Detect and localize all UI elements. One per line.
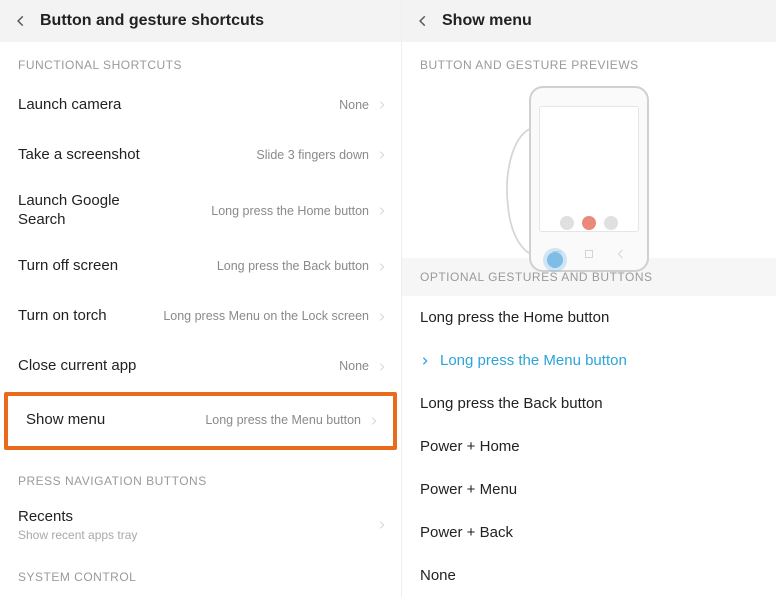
page-title-right: Show menu <box>442 12 532 30</box>
row-turn-off-screen[interactable]: Turn off screen Long press the Back butt… <box>0 242 401 292</box>
back-icon[interactable] <box>14 14 28 28</box>
chevron-right-icon <box>377 98 387 112</box>
row-sub: Show recent apps tray <box>18 528 369 542</box>
opt-power-back[interactable]: Power + Back <box>402 511 776 554</box>
chevron-right-icon <box>377 310 387 324</box>
home-key-icon <box>583 248 595 260</box>
chevron-right-icon <box>377 360 387 374</box>
row-label: Take a screenshot <box>18 146 140 165</box>
opt-power-menu[interactable]: Power + Menu <box>402 468 776 511</box>
row-label: Turn on torch <box>18 307 107 326</box>
chevron-right-icon <box>377 204 387 218</box>
row-label: Show menu <box>26 411 105 430</box>
opt-label: Power + Menu <box>420 481 517 498</box>
opt-back[interactable]: Long press the Back button <box>402 382 776 425</box>
opt-power-home[interactable]: Power + Home <box>402 425 776 468</box>
section-functional: FUNCTIONAL SHORTCUTS <box>0 42 401 80</box>
touch-indicator-icon <box>547 252 563 268</box>
row-launch-camera[interactable]: Launch camera None <box>0 80 401 130</box>
highlight-box: Show menu Long press the Menu button <box>4 392 397 450</box>
chevron-right-icon <box>377 260 387 274</box>
row-value: None <box>121 97 369 113</box>
row-value: Long press the Back button <box>118 258 369 274</box>
row-screenshot[interactable]: Take a screenshot Slide 3 fingers down <box>0 130 401 180</box>
chevron-right-icon <box>420 356 430 366</box>
chevron-right-icon <box>377 518 387 532</box>
row-value: Slide 3 fingers down <box>140 147 369 163</box>
opt-label: Long press the Home button <box>420 309 609 326</box>
back-key-icon <box>615 248 627 260</box>
opt-label: Long press the Back button <box>420 395 603 412</box>
row-show-menu[interactable]: Show menu Long press the Menu button <box>8 396 393 446</box>
row-close-app[interactable]: Close current app None <box>0 342 401 392</box>
chevron-right-icon <box>377 148 387 162</box>
row-value: Long press Menu on the Lock screen <box>107 308 369 324</box>
header-left: Button and gesture shortcuts <box>0 0 401 42</box>
row-label: Turn off screen <box>18 257 118 276</box>
page-title-left: Button and gesture shortcuts <box>40 12 264 30</box>
row-recents[interactable]: Recents Show recent apps tray <box>0 496 401 555</box>
back-icon[interactable] <box>416 14 430 28</box>
row-label: Close current app <box>18 357 136 376</box>
header-right: Show menu <box>402 0 776 42</box>
row-label: Launch camera <box>18 96 121 115</box>
row-value: Long press the Home button <box>168 203 369 219</box>
opt-none[interactable]: None <box>402 554 776 597</box>
opt-label: Power + Back <box>420 524 513 541</box>
chevron-right-icon <box>369 414 379 428</box>
opt-home[interactable]: Long press the Home button <box>402 296 776 339</box>
opt-label: None <box>420 567 456 584</box>
row-label: Recents <box>18 508 168 527</box>
opt-menu[interactable]: Long press the Menu button <box>402 339 776 382</box>
shortcuts-panel: Button and gesture shortcuts FUNCTIONAL … <box>0 0 402 597</box>
opt-label: Long press the Menu button <box>440 352 627 369</box>
section-nav: PRESS NAVIGATION BUTTONS <box>0 458 401 496</box>
row-torch[interactable]: Turn on torch Long press Menu on the Loc… <box>0 292 401 342</box>
section-preview: BUTTON AND GESTURE PREVIEWS <box>402 42 776 80</box>
gesture-preview <box>402 80 776 258</box>
row-label: Launch Google Search <box>18 192 168 230</box>
row-value: Long press the Menu button <box>105 412 361 428</box>
row-google-search[interactable]: Launch Google Search Long press the Home… <box>0 180 401 242</box>
phone-icon <box>529 86 649 272</box>
show-menu-panel: Show menu BUTTON AND GESTURE PREVIEWS OP… <box>402 0 776 597</box>
row-value: None <box>136 358 369 374</box>
section-system: SYSTEM CONTROL <box>0 554 401 592</box>
opt-label: Power + Home <box>420 438 520 455</box>
